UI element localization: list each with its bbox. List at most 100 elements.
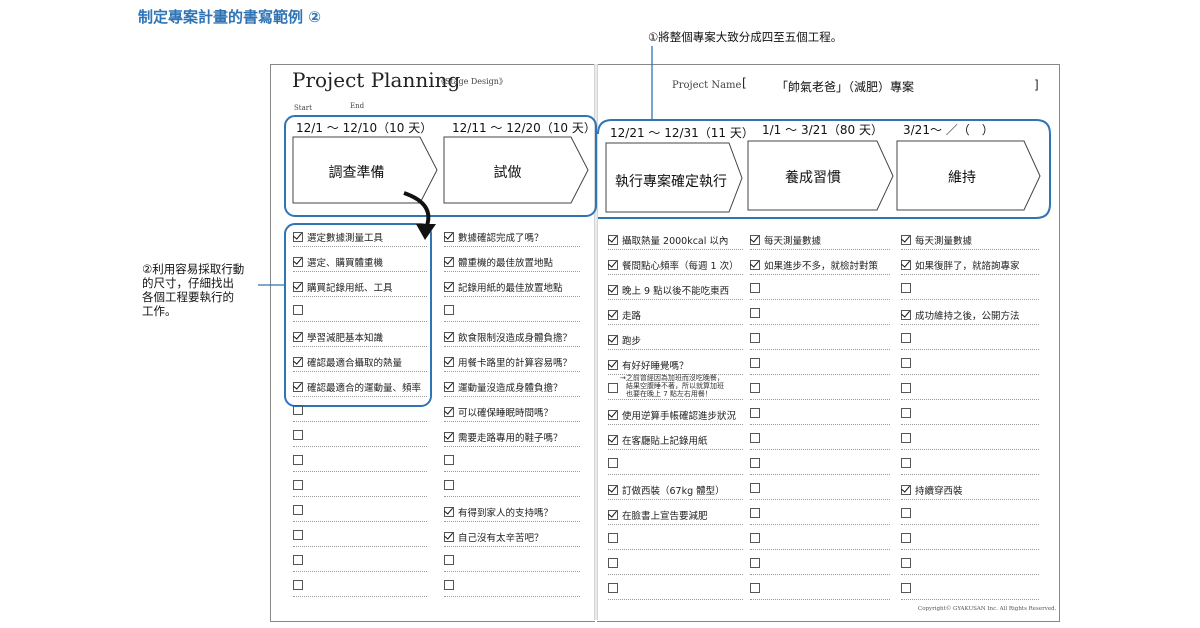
task-rule xyxy=(444,296,580,297)
empty-checkbox-icon[interactable] xyxy=(750,533,760,543)
checked-checkbox-icon[interactable] xyxy=(901,235,911,245)
checked-checkbox-icon[interactable] xyxy=(444,357,454,367)
checked-checkbox-icon[interactable] xyxy=(444,257,454,267)
empty-checkbox-icon[interactable] xyxy=(608,533,618,543)
task-rule xyxy=(293,446,427,447)
empty-checkbox-icon[interactable] xyxy=(901,383,911,393)
empty-checkbox-icon[interactable] xyxy=(444,480,454,490)
checked-checkbox-icon[interactable] xyxy=(608,335,618,345)
checked-checkbox-icon[interactable] xyxy=(750,260,760,270)
checked-checkbox-icon[interactable] xyxy=(608,285,618,295)
empty-checkbox-icon[interactable] xyxy=(750,383,760,393)
empty-checkbox-icon[interactable] xyxy=(293,530,303,540)
empty-checkbox-icon[interactable] xyxy=(750,358,760,368)
empty-checkbox-icon[interactable] xyxy=(293,555,303,565)
checked-checkbox-icon[interactable] xyxy=(444,532,454,542)
checked-checkbox-icon[interactable] xyxy=(444,332,454,342)
checked-checkbox-icon[interactable] xyxy=(608,510,618,520)
empty-checkbox-icon[interactable] xyxy=(608,583,618,593)
empty-checkbox-icon[interactable] xyxy=(750,583,760,593)
checked-checkbox-icon[interactable] xyxy=(444,407,454,417)
empty-checkbox-icon[interactable] xyxy=(901,408,911,418)
checked-checkbox-icon[interactable] xyxy=(608,360,618,370)
checked-checkbox-icon[interactable] xyxy=(444,507,454,517)
task-row: 記錄用紙的最佳放置地點 xyxy=(444,280,563,294)
empty-checkbox-icon[interactable] xyxy=(901,508,911,518)
task-row xyxy=(750,433,764,443)
empty-checkbox-icon[interactable] xyxy=(444,580,454,590)
empty-checkbox-icon[interactable] xyxy=(293,430,303,440)
empty-checkbox-icon[interactable] xyxy=(293,505,303,515)
task-text: 有得到家人的支持嗎？ xyxy=(458,508,554,519)
checked-checkbox-icon[interactable] xyxy=(608,310,618,320)
checked-checkbox-icon[interactable] xyxy=(608,410,618,420)
checked-checkbox-icon[interactable] xyxy=(901,260,911,270)
empty-checkbox-icon[interactable] xyxy=(901,533,911,543)
checked-checkbox-icon[interactable] xyxy=(608,435,618,445)
empty-checkbox-icon[interactable] xyxy=(901,333,911,343)
task-row: 每天測量數據 xyxy=(901,233,972,247)
empty-checkbox-icon[interactable] xyxy=(293,480,303,490)
empty-checkbox-icon[interactable] xyxy=(750,508,760,518)
empty-checkbox-icon[interactable] xyxy=(444,555,454,565)
checked-checkbox-icon[interactable] xyxy=(444,382,454,392)
empty-checkbox-icon[interactable] xyxy=(293,305,303,315)
task-text: 數據確認完成了嗎？ xyxy=(458,233,544,244)
checked-checkbox-icon[interactable] xyxy=(293,357,303,367)
task-row xyxy=(901,558,915,568)
task-row xyxy=(901,283,915,293)
empty-checkbox-icon[interactable] xyxy=(293,580,303,590)
checked-checkbox-icon[interactable] xyxy=(901,310,911,320)
empty-checkbox-icon[interactable] xyxy=(901,283,911,293)
empty-checkbox-icon[interactable] xyxy=(901,458,911,468)
task-rule xyxy=(750,349,890,350)
empty-checkbox-icon[interactable] xyxy=(750,558,760,568)
task-rule xyxy=(750,524,890,525)
empty-checkbox-icon[interactable] xyxy=(750,333,760,343)
empty-checkbox-icon[interactable] xyxy=(608,558,618,568)
empty-checkbox-icon[interactable] xyxy=(750,433,760,443)
checked-checkbox-icon[interactable] xyxy=(293,232,303,242)
checked-checkbox-icon[interactable] xyxy=(608,235,618,245)
task-rule xyxy=(901,374,1039,375)
checked-checkbox-icon[interactable] xyxy=(444,432,454,442)
empty-checkbox-icon[interactable] xyxy=(293,405,303,415)
checked-checkbox-icon[interactable] xyxy=(444,232,454,242)
empty-checkbox-icon[interactable] xyxy=(293,455,303,465)
empty-checkbox-icon[interactable] xyxy=(750,283,760,293)
empty-checkbox-icon[interactable] xyxy=(750,483,760,493)
curved-arrow-head xyxy=(416,224,436,240)
task-row xyxy=(901,508,915,518)
task-row xyxy=(750,358,764,368)
task-rule xyxy=(444,446,580,447)
empty-checkbox-icon[interactable] xyxy=(901,358,911,368)
empty-checkbox-icon[interactable] xyxy=(444,455,454,465)
checked-checkbox-icon[interactable] xyxy=(901,485,911,495)
empty-checkbox-icon[interactable] xyxy=(444,305,454,315)
task-rule xyxy=(444,396,580,397)
empty-checkbox-icon[interactable] xyxy=(608,458,618,468)
empty-checkbox-icon[interactable] xyxy=(608,383,618,393)
task-text: 使用逆算手帳確認進步狀況 xyxy=(622,411,737,422)
checked-checkbox-icon[interactable] xyxy=(444,282,454,292)
task-row xyxy=(293,430,307,440)
empty-checkbox-icon[interactable] xyxy=(901,558,911,568)
empty-checkbox-icon[interactable] xyxy=(750,458,760,468)
checked-checkbox-icon[interactable] xyxy=(608,485,618,495)
empty-checkbox-icon[interactable] xyxy=(750,308,760,318)
empty-checkbox-icon[interactable] xyxy=(901,433,911,443)
checked-checkbox-icon[interactable] xyxy=(293,332,303,342)
task-rule xyxy=(444,546,580,547)
task-row xyxy=(608,583,622,593)
checked-checkbox-icon[interactable] xyxy=(608,260,618,270)
task-rule xyxy=(901,449,1039,450)
checked-checkbox-icon[interactable] xyxy=(750,235,760,245)
stage-3-dates: 12/21 ～ 12/31（11 天） xyxy=(610,126,754,140)
task-rule xyxy=(608,449,743,450)
checked-checkbox-icon[interactable] xyxy=(293,382,303,392)
checked-checkbox-icon[interactable] xyxy=(293,282,303,292)
stage-1-dates: 12/1 ～ 12/10（10 天） xyxy=(296,121,433,135)
empty-checkbox-icon[interactable] xyxy=(901,583,911,593)
empty-checkbox-icon[interactable] xyxy=(750,408,760,418)
checked-checkbox-icon[interactable] xyxy=(293,257,303,267)
